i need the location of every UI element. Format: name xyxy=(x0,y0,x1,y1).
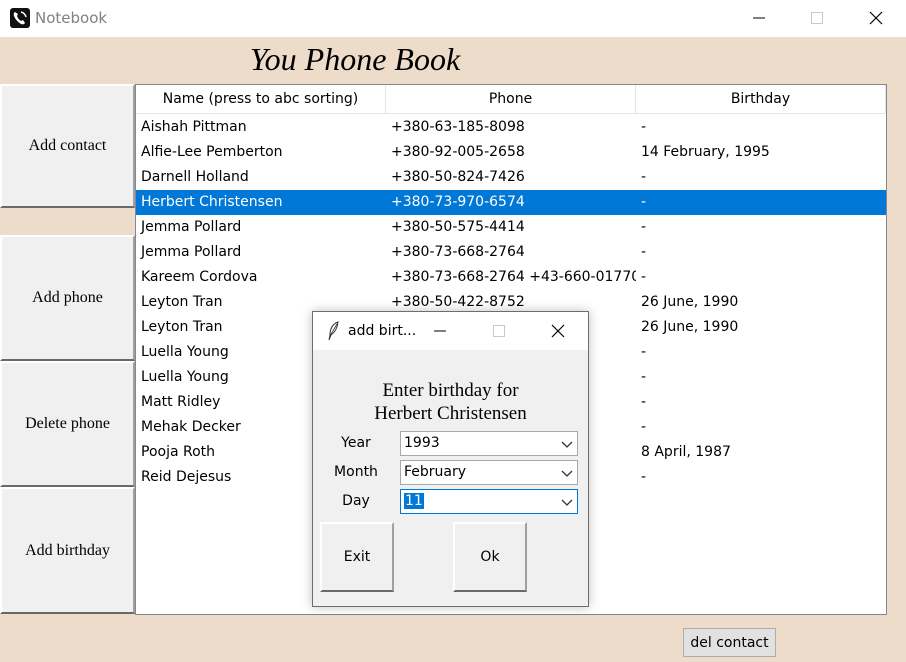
table-row[interactable]: Alfie-Lee Pemberton +380-92-005-2658 14 Fe… xyxy=(136,140,886,165)
table-row[interactable]: Aishah Pittman +380-63-185-8098 - xyxy=(136,115,886,140)
chevron-down-icon xyxy=(561,499,573,506)
prompt-line-1: Enter birthday for xyxy=(382,380,519,401)
cell-name: Jemma Pollard xyxy=(141,244,242,260)
exit-button[interactable]: Exit xyxy=(320,522,394,592)
page-title: You Phone Book xyxy=(249,41,461,77)
add-birthday-dialog: add birt... Enter birthday for Herbert C… xyxy=(312,311,589,607)
cell-phone: +380-92-005-2658 xyxy=(391,144,525,160)
chevron-down-icon xyxy=(561,470,573,477)
dialog-titlebar: add birt... xyxy=(313,312,588,350)
cell-birthday: - xyxy=(641,244,647,260)
dialog-prompt: Enter birthday for Herbert Christensen xyxy=(313,379,588,425)
close-icon xyxy=(869,11,883,25)
month-value: February xyxy=(404,464,467,480)
cell-name: Aishah Pittman xyxy=(141,119,247,135)
delete-phone-button[interactable]: Delete phone xyxy=(0,361,135,487)
window-title: Notebook xyxy=(35,9,108,27)
cell-birthday: - xyxy=(641,469,647,485)
cell-birthday: - xyxy=(641,394,647,410)
cell-birthday: - xyxy=(641,369,647,385)
phone-icon xyxy=(10,8,30,28)
day-label: Day xyxy=(342,493,370,509)
month-label: Month xyxy=(334,464,378,480)
maximize-button[interactable] xyxy=(788,0,846,36)
table-row[interactable]: Herbert Christensen +380-73-970-6574 - xyxy=(136,190,886,215)
table-row[interactable]: Kareem Cordova +380-73-668-2764 +43-660-0… xyxy=(136,265,886,290)
feather-icon xyxy=(328,321,339,341)
maximize-icon xyxy=(493,325,505,337)
cell-phone: +380-73-668-2764 xyxy=(391,244,525,260)
table-header: Name (press to abc sorting) Phone Birthd… xyxy=(136,85,886,114)
maximize-icon xyxy=(811,12,823,24)
cell-phone: +380-73-970-6574 xyxy=(391,194,525,210)
cell-phone: +380-63-185-8098 xyxy=(391,119,525,135)
close-button[interactable] xyxy=(847,0,905,36)
cell-birthday: - xyxy=(641,419,647,435)
year-value: 1993 xyxy=(404,435,440,451)
day-select[interactable]: 11 xyxy=(400,489,578,514)
dialog-minimize-button[interactable] xyxy=(411,312,469,350)
cell-birthday: - xyxy=(641,194,647,210)
dialog-title: add birt... xyxy=(348,323,417,339)
column-header-birthday[interactable]: Birthday xyxy=(636,85,886,114)
column-header-phone[interactable]: Phone xyxy=(386,85,636,114)
del-contact-button[interactable]: del contact xyxy=(683,628,776,657)
minimize-icon xyxy=(753,17,765,19)
close-icon xyxy=(551,324,565,338)
table-row[interactable]: Jemma Pollard +380-50-575-4414 - xyxy=(136,215,886,240)
cell-birthday: - xyxy=(641,269,647,285)
dialog-maximize-button[interactable] xyxy=(470,312,528,350)
table-row[interactable]: Darnell Holland +380-50-824-7426 - xyxy=(136,165,886,190)
cell-birthday: - xyxy=(641,344,647,360)
prompt-line-2: Herbert Christensen xyxy=(374,403,527,424)
chevron-down-icon xyxy=(561,441,573,448)
ok-button[interactable]: Ok xyxy=(453,522,527,592)
day-value: 11 xyxy=(404,493,424,509)
dialog-close-button[interactable] xyxy=(529,312,587,350)
cell-name: Herbert Christensen xyxy=(141,194,283,210)
cell-name: Jemma Pollard xyxy=(141,219,242,235)
minimize-icon xyxy=(434,330,446,332)
table-row[interactable]: Jemma Pollard +380-73-668-2764 - xyxy=(136,240,886,265)
add-contact-button[interactable]: Add contact xyxy=(0,84,135,208)
add-phone-button[interactable]: Add phone xyxy=(0,235,135,361)
cell-phone: +380-73-668-2764 +43-660-017701 xyxy=(391,269,636,285)
column-header-name[interactable]: Name (press to abc sorting) xyxy=(136,85,386,114)
cell-name: Alfie-Lee Pemberton xyxy=(141,144,283,160)
cell-birthday: 26 June, 1990 xyxy=(641,294,739,310)
cell-phone: +380-50-824-7426 xyxy=(391,169,525,185)
minimize-button[interactable] xyxy=(730,0,788,36)
cell-birthday: 8 April, 1987 xyxy=(641,444,731,460)
month-select[interactable]: February xyxy=(400,460,578,485)
year-select[interactable]: 1993 xyxy=(400,431,578,456)
add-birthday-button[interactable]: Add birthday xyxy=(0,487,135,614)
cell-birthday: - xyxy=(641,119,647,135)
cell-birthday: - xyxy=(641,219,647,235)
cell-phone: +380-50-575-4414 xyxy=(391,219,525,235)
year-label: Year xyxy=(341,435,371,451)
cell-birthday: - xyxy=(641,169,647,185)
cell-birthday: 26 June, 1990 xyxy=(641,319,739,335)
cell-name: Kareem Cordova xyxy=(141,269,258,285)
cell-birthday: 14 February, 1995 xyxy=(641,144,770,160)
window-titlebar: Notebook xyxy=(0,0,906,37)
cell-name: Darnell Holland xyxy=(141,169,249,185)
